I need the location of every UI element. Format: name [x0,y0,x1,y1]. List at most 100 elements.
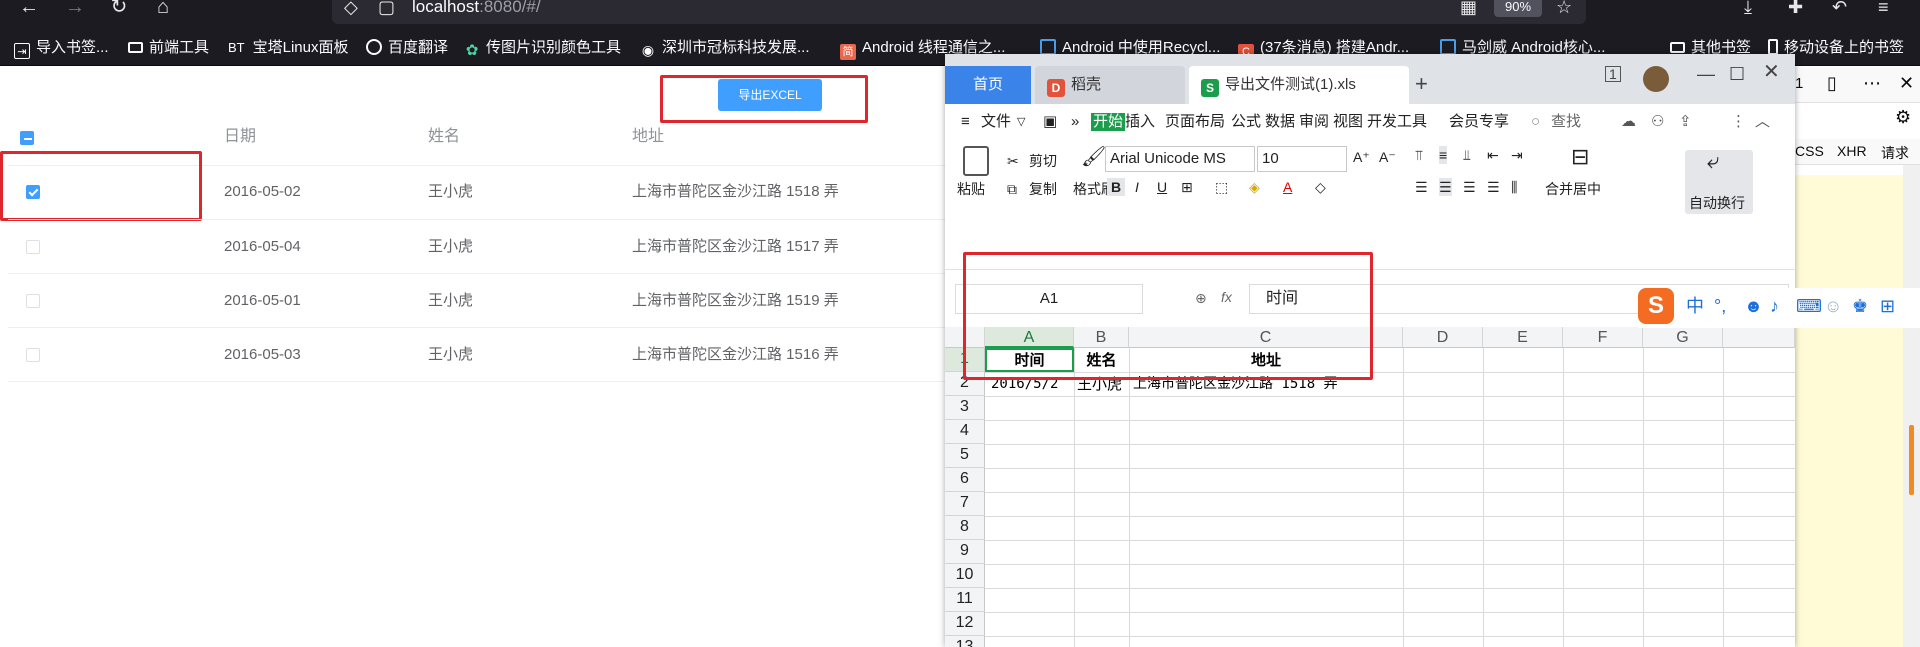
row-checkbox[interactable] [26,240,40,254]
select-all-checkbox[interactable] [20,131,34,145]
url-text[interactable]: localhost:8080/#/ [412,0,541,15]
bookmark-frontend-tools[interactable]: 前端工具 [128,38,209,58]
skin-icon[interactable]: ♚ [1852,296,1868,316]
forward-icon[interactable]: → [60,0,90,20]
row-header[interactable]: 11 [945,588,985,612]
row-header[interactable]: 4 [945,420,985,444]
align-center-icon[interactable]: ☰ [1439,178,1452,196]
hamburger-icon[interactable]: ≡ [961,113,970,131]
row-header[interactable]: 12 [945,612,985,636]
font-family-select[interactable]: Arial Unicode MS [1105,146,1255,172]
filter-requests[interactable]: 请求 [1881,143,1909,163]
wrap-text-icon[interactable]: ⤶ [1707,150,1719,172]
menu-data[interactable]: 数据 [1265,113,1295,131]
menu-review[interactable]: 审阅 [1299,113,1329,131]
indent-decrease-icon[interactable]: ⇤ [1487,146,1499,164]
undo-icon[interactable]: ↶ [1832,0,1847,16]
zoom-level[interactable]: 90% [1494,0,1542,17]
clear-icon[interactable]: ◇ [1315,178,1326,196]
indent-increase-icon[interactable]: ⇥ [1511,146,1523,164]
avatar[interactable] [1643,66,1669,92]
keyboard-icon[interactable]: ⌨ [1796,296,1822,316]
row-header[interactable]: 7 [945,492,985,516]
row-header[interactable]: 10 [945,564,985,588]
extension-icon[interactable]: ✚ [1788,0,1803,16]
bookmark-bt-panel[interactable]: BT 宝塔Linux面板 [228,38,349,58]
more-icon[interactable]: ⋮ [1731,113,1746,131]
save-icon[interactable]: ▣ [1043,113,1057,131]
menu-icon[interactable]: ≡ [1878,0,1889,16]
shield-icon[interactable]: ◇ [344,0,358,16]
star-icon[interactable]: ☆ [1556,0,1572,16]
page-count-badge[interactable]: 1 [1605,66,1621,82]
cut-button[interactable]: 剪切 [1029,152,1057,170]
menu-formula[interactable]: 公式 [1231,113,1261,131]
row-header[interactable]: 6 [945,468,985,492]
maximize-icon[interactable]: ☐ [1729,64,1745,84]
sogou-logo-icon[interactable]: S [1638,288,1674,324]
qr-code-icon[interactable]: ▦ [1460,0,1477,16]
settings-icon[interactable]: ⚙ [1895,107,1911,128]
copy-button[interactable]: 复制 [1029,180,1057,198]
ime-mode[interactable]: 中 [1686,296,1704,316]
font-size-select[interactable]: 10 [1257,146,1347,172]
tab-home[interactable]: 首页 [945,66,1031,104]
row-header[interactable]: 5 [945,444,985,468]
close-icon[interactable]: ✕ [1899,73,1914,94]
back-icon[interactable]: ← [14,0,44,20]
export-excel-button[interactable]: 导出EXCEL [718,79,822,111]
menu-page-layout[interactable]: 页面布局 [1165,113,1225,131]
minimize-icon[interactable]: — [1697,64,1715,84]
row-checkbox[interactable] [26,348,40,362]
filter-css[interactable]: CSS [1795,143,1824,159]
microphone-icon[interactable]: ♪ [1770,296,1779,316]
filter-xhr[interactable]: XHR [1837,143,1867,159]
row-header[interactable]: 3 [945,396,985,420]
home-icon[interactable]: ⌂ [148,0,178,20]
column-header-g[interactable]: G [1643,327,1723,348]
border-icon[interactable]: ⊞ [1181,178,1193,196]
menu-developer[interactable]: 开发工具 [1367,113,1427,131]
align-right-icon[interactable]: ☰ [1463,178,1476,196]
align-top-icon[interactable]: ⫪ [1415,146,1423,164]
bookmark-baidu-translate[interactable]: 百度翻译 [366,38,448,58]
row-header[interactable]: 13 [945,636,985,647]
menu-view[interactable]: 视图 [1333,113,1363,131]
chevron-down-icon[interactable]: ▽ [1017,113,1025,131]
emoji-icon[interactable]: ☻ [1744,296,1763,316]
reload-icon[interactable]: ↻ [104,0,134,20]
ime-punctuation[interactable]: °, [1714,296,1726,316]
menu-file[interactable]: 文件 [981,113,1011,131]
new-tab-icon[interactable]: + [1415,73,1428,95]
bold-icon[interactable]: B [1107,178,1126,196]
menu-membership[interactable]: 会员专享 [1449,113,1509,131]
underline-icon[interactable]: U [1157,178,1167,196]
column-header-d[interactable]: D [1403,327,1483,348]
close-icon[interactable]: ✕ [1763,62,1780,82]
more-arrows-icon[interactable]: » [1071,113,1079,131]
merge-center-icon[interactable]: ⊟ [1571,146,1589,168]
share-icon[interactable]: ⇪ [1679,113,1692,131]
download-icon[interactable]: ⤓ [1744,0,1752,16]
italic-icon[interactable]: I [1135,178,1139,196]
fill-color-icon[interactable]: ◈ [1249,178,1260,196]
cut-icon[interactable]: ✂ [1007,152,1019,170]
row-header[interactable]: 9 [945,540,985,564]
cloud-icon[interactable]: ☁ [1621,113,1636,131]
row-checkbox[interactable] [26,294,40,308]
search-label[interactable]: 查找 [1551,113,1581,131]
user-icon[interactable]: ☺ [1824,296,1842,316]
toolbox-icon[interactable]: ⊞ [1880,296,1895,316]
font-grow-icon[interactable]: A⁺ [1353,148,1370,166]
font-color-icon[interactable]: A [1283,178,1292,196]
row-header[interactable]: 8 [945,516,985,540]
bookmark-import[interactable]: ⇥ 导入书签... [14,38,109,59]
more-icon[interactable]: ⋯ [1863,73,1881,94]
bookmark-guanbiao[interactable]: ◉ 深圳市冠标科技发展... [640,38,810,58]
font-shrink-icon[interactable]: A⁻ [1379,148,1396,166]
paste-icon[interactable] [963,146,989,176]
dock-icon[interactable]: ▯ [1827,73,1837,94]
column-header-e[interactable]: E [1483,327,1563,348]
menu-start[interactable]: 开始 [1091,113,1126,131]
wrap-text-button[interactable]: 自动换行 [1689,194,1745,212]
